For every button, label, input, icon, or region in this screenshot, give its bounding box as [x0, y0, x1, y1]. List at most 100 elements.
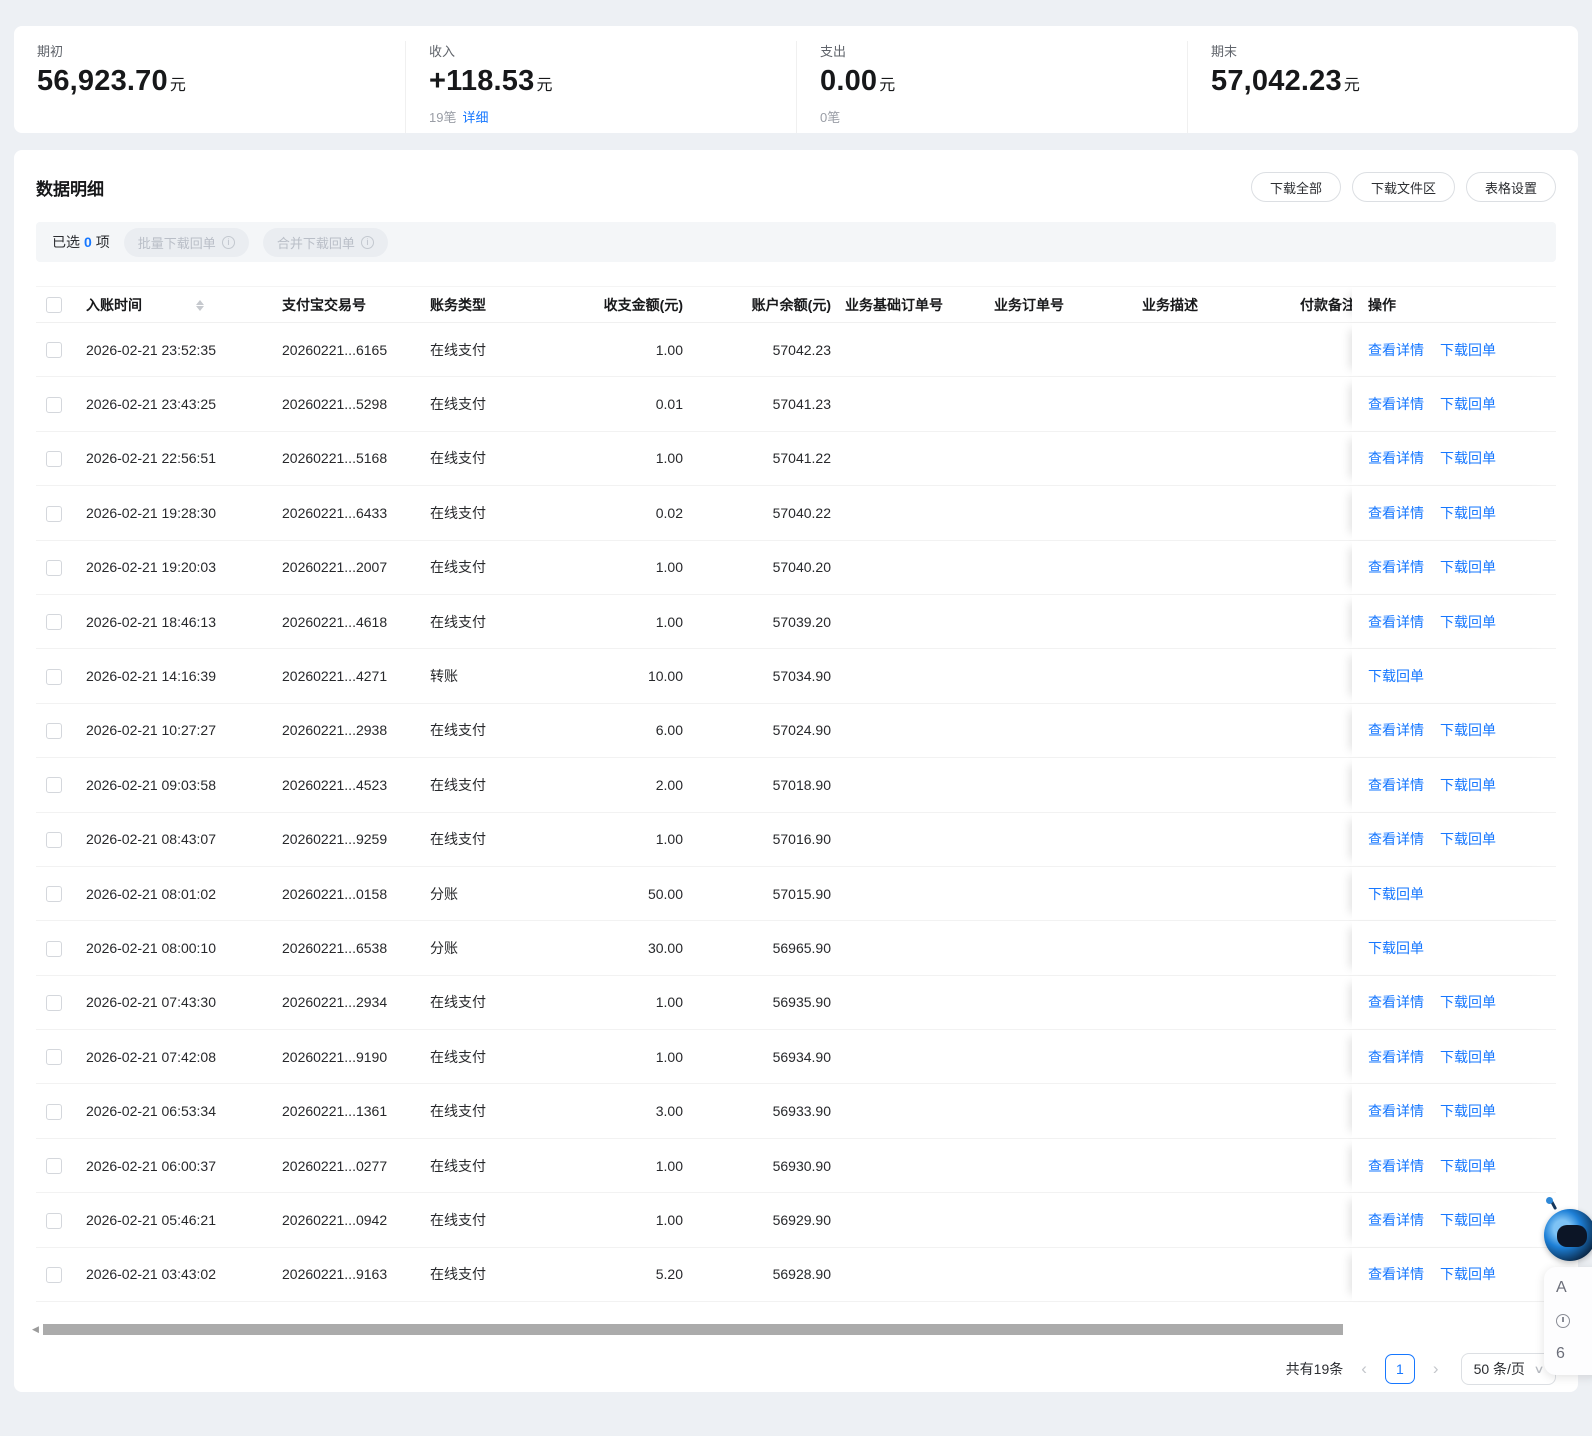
- download-receipt-link[interactable]: 下载回单: [1440, 1156, 1496, 1176]
- row-checkbox[interactable]: [46, 886, 62, 903]
- table-settings-button[interactable]: 表格设置: [1465, 172, 1556, 202]
- cell-balance: 56930.90: [772, 1157, 831, 1174]
- current-page-button[interactable]: 1: [1384, 1354, 1415, 1385]
- cell-type: 在线支付: [430, 1157, 486, 1174]
- row-checkbox[interactable]: [46, 668, 62, 685]
- download-all-button[interactable]: 下载全部: [1250, 172, 1341, 202]
- download-receipt-link[interactable]: 下载回单: [1440, 829, 1496, 849]
- scrollbar-thumb[interactable]: [43, 1324, 1343, 1336]
- row-checkbox[interactable]: [46, 614, 62, 631]
- view-detail-link[interactable]: 查看详情: [1368, 448, 1424, 468]
- download-zone-button[interactable]: 下载文件区: [1351, 172, 1455, 202]
- horizontal-scrollbar[interactable]: ◀ ▶: [32, 1323, 1556, 1336]
- view-detail-link[interactable]: 查看详情: [1368, 503, 1424, 523]
- row-checkbox-cell: [36, 1103, 86, 1120]
- row-checkbox[interactable]: [46, 723, 62, 740]
- cell-balance: 57041.22: [772, 450, 831, 467]
- row-checkbox[interactable]: [46, 505, 62, 522]
- cell-balance: 57034.90: [772, 668, 831, 685]
- assistant-robot-icon[interactable]: [1544, 1197, 1592, 1261]
- cell-balance: 57016.90: [772, 831, 831, 848]
- row-checkbox-cell: [36, 504, 86, 522]
- selected-count: 0: [84, 234, 92, 250]
- view-detail-link[interactable]: 查看详情: [1368, 1101, 1424, 1121]
- cell-balance: 56928.90: [772, 1266, 831, 1283]
- row-checkbox[interactable]: [46, 995, 62, 1012]
- view-detail-link[interactable]: 查看详情: [1368, 340, 1424, 360]
- view-detail-link[interactable]: 查看详情: [1368, 775, 1424, 795]
- cell-action: 查看详情 下载回单: [1352, 377, 1556, 431]
- view-detail-link[interactable]: 查看详情: [1368, 720, 1424, 740]
- cell-balance: 57024.90: [772, 722, 831, 739]
- row-checkbox[interactable]: [46, 940, 62, 957]
- info-icon: i: [221, 235, 235, 249]
- download-receipt-link[interactable]: 下载回单: [1440, 340, 1496, 360]
- assistant-item-number[interactable]: 6: [1556, 1345, 1592, 1363]
- summary-expense-value: 0.00: [820, 65, 878, 97]
- row-checkbox-cell: [36, 831, 86, 848]
- view-detail-link[interactable]: 查看详情: [1368, 394, 1424, 414]
- cell-action: 下载回单: [1352, 866, 1556, 921]
- table-row: 2026-02-21 06:00:37 20260221...0277 在线支付 1.…: [36, 1138, 1556, 1194]
- row-checkbox[interactable]: [46, 1266, 62, 1283]
- cell-txid: 20260221...6538: [282, 939, 388, 956]
- income-detail-link[interactable]: 详细: [462, 110, 488, 125]
- row-checkbox[interactable]: [46, 1103, 62, 1120]
- row-checkbox[interactable]: [46, 1049, 62, 1066]
- view-detail-link[interactable]: 查看详情: [1368, 612, 1424, 632]
- view-detail-link[interactable]: 查看详情: [1368, 557, 1424, 577]
- cell-amount: 2.00: [655, 776, 683, 793]
- download-receipt-link[interactable]: 下载回单: [1368, 666, 1424, 686]
- row-checkbox[interactable]: [46, 1212, 62, 1229]
- clock-icon[interactable]: [1556, 1314, 1570, 1328]
- row-checkbox[interactable]: [46, 342, 62, 359]
- cell-amount: 0.01: [655, 396, 683, 413]
- assistant-item-letter[interactable]: A: [1556, 1279, 1592, 1297]
- sort-icon[interactable]: [196, 300, 204, 312]
- merge-download-button[interactable]: 合并下载回单 i: [262, 227, 388, 257]
- view-detail-link[interactable]: 查看详情: [1368, 992, 1424, 1012]
- scroll-left-arrow-icon[interactable]: ◀: [32, 1323, 39, 1336]
- row-checkbox[interactable]: [46, 831, 62, 848]
- download-receipt-link[interactable]: 下载回单: [1440, 1101, 1496, 1121]
- download-receipt-link[interactable]: 下载回单: [1440, 448, 1496, 468]
- download-receipt-link[interactable]: 下载回单: [1440, 1047, 1496, 1067]
- view-detail-link[interactable]: 查看详情: [1368, 1264, 1424, 1284]
- row-checkbox[interactable]: [46, 396, 62, 413]
- table-row: 2026-02-21 05:46:21 20260221...0942 在线支付 1.…: [36, 1193, 1556, 1248]
- download-receipt-link[interactable]: 下载回单: [1440, 775, 1496, 795]
- cell-type: 在线支付: [430, 722, 486, 739]
- download-receipt-link[interactable]: 下载回单: [1440, 394, 1496, 414]
- batch-download-button[interactable]: 批量下载回单 i: [123, 227, 249, 257]
- view-detail-link[interactable]: 查看详情: [1368, 1210, 1424, 1230]
- prev-page-icon[interactable]: ‹: [1361, 1359, 1367, 1379]
- download-receipt-link[interactable]: 下载回单: [1368, 884, 1424, 904]
- col-desc: 业务描述: [1142, 295, 1300, 315]
- next-page-icon[interactable]: ›: [1433, 1359, 1439, 1379]
- download-receipt-link[interactable]: 下载回单: [1368, 938, 1424, 958]
- cell-txid: 20260221...1361: [282, 1103, 388, 1120]
- selection-toolbar: 已选 0 项 批量下载回单 i 合并下载回单 i: [36, 222, 1556, 262]
- view-detail-link[interactable]: 查看详情: [1368, 1047, 1424, 1067]
- panel-title: 数据明细: [36, 179, 104, 199]
- view-detail-link[interactable]: 查看详情: [1368, 829, 1424, 849]
- select-all-checkbox[interactable]: [46, 297, 62, 314]
- row-checkbox-cell: [36, 722, 86, 740]
- download-receipt-link[interactable]: 下载回单: [1440, 1210, 1496, 1230]
- summary-expense: 支出 0.00 元 0笔: [796, 41, 1187, 133]
- download-receipt-link[interactable]: 下载回单: [1440, 992, 1496, 1012]
- row-checkbox[interactable]: [46, 1158, 62, 1175]
- download-receipt-link[interactable]: 下载回单: [1440, 503, 1496, 523]
- download-receipt-link[interactable]: 下载回单: [1440, 720, 1496, 740]
- row-checkbox[interactable]: [46, 559, 62, 576]
- cell-action: 查看详情 下载回单: [1352, 486, 1556, 540]
- cell-time: 2026-02-21 19:28:30: [86, 504, 216, 521]
- download-receipt-link[interactable]: 下载回单: [1440, 1264, 1496, 1284]
- row-checkbox[interactable]: [46, 777, 62, 794]
- download-receipt-link[interactable]: 下载回单: [1440, 612, 1496, 632]
- cell-txid: 20260221...2934: [282, 994, 388, 1011]
- view-detail-link[interactable]: 查看详情: [1368, 1156, 1424, 1176]
- page-size-select[interactable]: 50 条/页 ∨: [1460, 1353, 1556, 1386]
- row-checkbox[interactable]: [46, 451, 62, 468]
- download-receipt-link[interactable]: 下载回单: [1440, 557, 1496, 577]
